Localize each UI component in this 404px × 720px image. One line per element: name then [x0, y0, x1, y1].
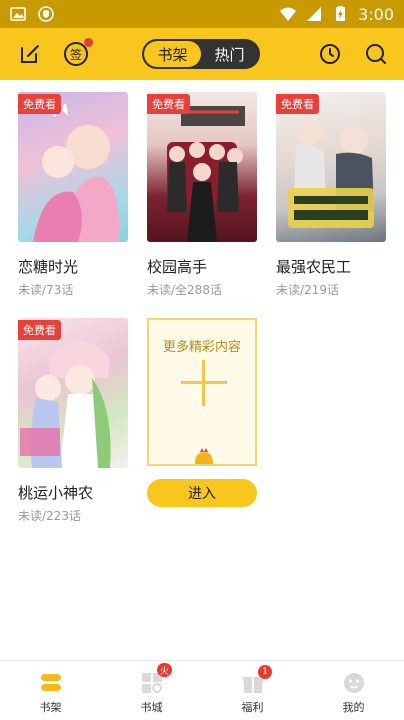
book-cover[interactable]: 免费看 [18, 318, 128, 468]
top-bar: 签 书架 热门 [0, 28, 404, 80]
tab-hot[interactable]: 热门 [201, 41, 258, 67]
book-progress: 未读/全288话 [147, 283, 222, 297]
battery-icon [336, 6, 346, 21]
nav-bookstore[interactable]: 火 书城 [101, 661, 202, 720]
book-cover[interactable]: 免费看 [276, 92, 386, 242]
book-title: 校园高手 [147, 258, 208, 276]
profile-icon [343, 673, 364, 693]
signal-icon [307, 7, 322, 21]
nav-label: 书架 [39, 701, 62, 714]
book-card[interactable]: 免费看 校园高手 未读/全288话 [147, 92, 257, 298]
shelf-tab-switch: 书架 热门 [142, 39, 260, 69]
wifi-icon [280, 7, 297, 21]
more-content-title: 更多精彩内容 [162, 340, 241, 355]
sign-in-dot [84, 38, 93, 47]
nav-profile[interactable]: 我的 [303, 661, 404, 720]
history-button[interactable] [316, 40, 344, 68]
cover-art [288, 119, 374, 228]
bookshelf-icon [40, 674, 61, 691]
book-title: 最强农民工 [276, 258, 352, 276]
more-content-card[interactable]: 更多精彩内容 [147, 318, 257, 466]
edit-button[interactable] [16, 40, 44, 68]
cover-art [33, 103, 119, 242]
nav-label: 福利 [241, 701, 264, 714]
clock-icon [320, 44, 340, 64]
book-cover[interactable]: 免费看 [18, 92, 128, 242]
search-icon [366, 44, 386, 64]
book-cover[interactable]: 免费看 [147, 92, 257, 242]
free-tag: 免费看 [18, 320, 61, 340]
edit-icon [21, 45, 39, 63]
count-badge: 1 [258, 665, 272, 679]
free-tag: 免费看 [276, 94, 319, 114]
nav-welfare[interactable]: 1 福利 [202, 661, 303, 720]
image-icon [10, 7, 26, 21]
book-card[interactable]: 免费看 桃运小神农 未读/223话 [18, 318, 128, 524]
nav-label: 我的 [342, 701, 365, 714]
book-card[interactable]: 免费看 恋糖时光 未读/73话 [18, 92, 128, 298]
book-progress: 未读/219话 [276, 283, 339, 297]
cover-art [167, 106, 245, 242]
tab-bookshelf[interactable]: 书架 [144, 41, 201, 67]
book-title: 恋糖时光 [18, 258, 79, 276]
bottom-nav: 书架 火 书城 1 福利 我的 [0, 660, 404, 720]
status-time: 3:00 [358, 4, 394, 24]
hot-badge: 火 [157, 663, 173, 677]
book-progress: 未读/73话 [18, 283, 74, 297]
search-button[interactable] [362, 40, 390, 68]
nav-bookshelf[interactable]: 书架 [0, 661, 101, 720]
plus-icon-bar [181, 381, 227, 384]
book-card[interactable]: 免费看 最强农民工 未读/219话 [276, 92, 386, 298]
status-bar: 3:00 [0, 0, 404, 28]
free-tag: 免费看 [147, 94, 190, 114]
book-progress: 未读/223话 [18, 509, 81, 523]
chick-icon [195, 448, 213, 464]
book-title: 桃运小神农 [18, 484, 94, 502]
nav-label: 书城 [140, 701, 163, 714]
sign-in-button[interactable]: 签 [62, 38, 93, 68]
shield-icon [38, 6, 54, 22]
free-tag: 免费看 [18, 94, 61, 114]
cover-art [20, 340, 111, 468]
enter-button[interactable]: 进入 [147, 479, 257, 507]
